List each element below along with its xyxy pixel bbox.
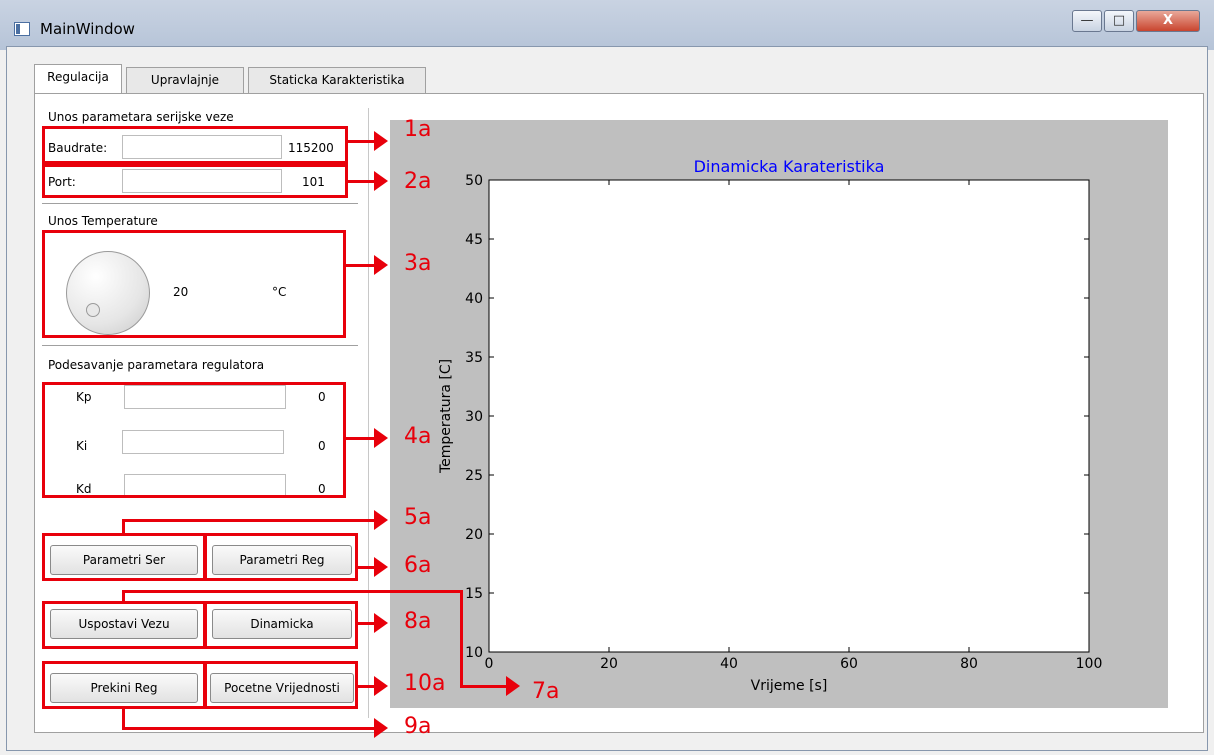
y-axis-label: Temperatura [C]	[438, 359, 454, 474]
dynamic-chart: Dinamicka Karateristika 0 20 40 60 80 100 10 15 2…	[438, 157, 1103, 694]
annotation-box-10a	[204, 661, 358, 709]
annotation-line-5a	[122, 519, 376, 522]
temperature-section-title: Unos Temperature	[48, 214, 158, 228]
x-tick-label: 80	[960, 656, 978, 672]
serial-section-title: Unos parametara serijske veze	[48, 110, 234, 124]
regulator-section-title: Podesavanje parametara regulatora	[48, 358, 265, 372]
annotation-line-2a	[346, 180, 376, 183]
arrow-icon	[374, 428, 388, 448]
annotation-label-5a: 5a	[404, 505, 432, 530]
annotation-label-4a: 4a	[404, 424, 432, 449]
y-tick-label: 20	[465, 527, 483, 543]
annotation-line-8a	[356, 622, 376, 625]
x-tick-label: 60	[840, 656, 858, 672]
annotation-label-10a: 10a	[404, 671, 446, 696]
annotation-box-8a	[204, 601, 358, 649]
annotation-box-6a	[204, 533, 358, 581]
annotation-label-8a: 8a	[404, 609, 432, 634]
panel-divider	[368, 108, 369, 718]
arrow-icon	[374, 613, 388, 633]
separator	[42, 203, 358, 204]
annotation-box-1a	[42, 126, 348, 164]
y-tick-label: 10	[465, 645, 483, 661]
arrow-icon	[374, 255, 388, 275]
arrow-icon	[374, 557, 388, 577]
annotation-line-3a	[344, 264, 376, 267]
annotation-line-6a	[356, 566, 376, 569]
annotation-box-3a	[42, 230, 346, 338]
window-title: MainWindow	[40, 20, 135, 38]
tab-upravlajnje[interactable]: Upravlajnje	[126, 67, 244, 93]
annotation-line-4a	[344, 437, 376, 440]
x-tick-label: 0	[485, 656, 494, 672]
y-tick-label: 50	[465, 173, 483, 189]
y-tick-label: 40	[465, 291, 483, 307]
arrow-icon	[506, 676, 520, 696]
annotation-line-1a	[346, 140, 376, 143]
chart-title: Dinamicka Karateristika	[694, 157, 885, 176]
annotation-label-1a: 1a	[404, 117, 432, 142]
plot-area	[488, 179, 1090, 653]
title-bar: MainWindow — □ X	[0, 0, 1214, 50]
x-tick-label: 40	[720, 656, 738, 672]
annotation-label-3a: 3a	[404, 251, 432, 276]
annotation-label-6a: 6a	[404, 553, 432, 578]
arrow-icon	[374, 131, 388, 151]
arrow-icon	[374, 171, 388, 191]
y-tick-label: 25	[465, 468, 483, 484]
y-tick-label: 30	[465, 409, 483, 425]
maximize-button[interactable]: □	[1104, 10, 1134, 32]
annotation-box-9a	[42, 661, 206, 709]
arrow-icon	[374, 718, 388, 738]
annotation-label-2a: 2a	[404, 169, 432, 194]
annotation-line-10a	[356, 685, 376, 688]
annotation-line-9a	[122, 727, 376, 730]
annotation-line-7a	[122, 590, 462, 593]
annotation-line-9a	[122, 707, 125, 729]
annotation-box-7a	[42, 601, 206, 649]
x-tick-label: 20	[600, 656, 618, 672]
annotation-line-5a	[122, 521, 125, 535]
y-tick-label: 45	[465, 232, 483, 248]
arrow-icon	[374, 510, 388, 530]
tab-regulacija[interactable]: Regulacija	[34, 64, 122, 94]
annotation-label-7a: 7a	[532, 679, 560, 704]
annotation-label-9a: 9a	[404, 714, 432, 739]
x-tick-label: 100	[1076, 656, 1103, 672]
y-tick-label: 35	[465, 350, 483, 366]
annotation-line-7a	[460, 685, 508, 688]
y-tick-label: 15	[465, 586, 483, 602]
app-icon	[14, 22, 30, 36]
close-button[interactable]: X	[1136, 10, 1200, 32]
arrow-icon	[374, 676, 388, 696]
minimize-button[interactable]: —	[1072, 10, 1102, 32]
separator	[42, 345, 358, 346]
annotation-box-5a	[42, 533, 206, 581]
annotation-box-2a	[42, 164, 348, 198]
annotation-box-4a	[42, 382, 346, 498]
tab-staticka-karakteristika[interactable]: Staticka Karakteristika	[248, 67, 426, 93]
annotation-line-7a	[460, 590, 463, 688]
x-axis-label: Vrijeme [s]	[751, 678, 828, 694]
